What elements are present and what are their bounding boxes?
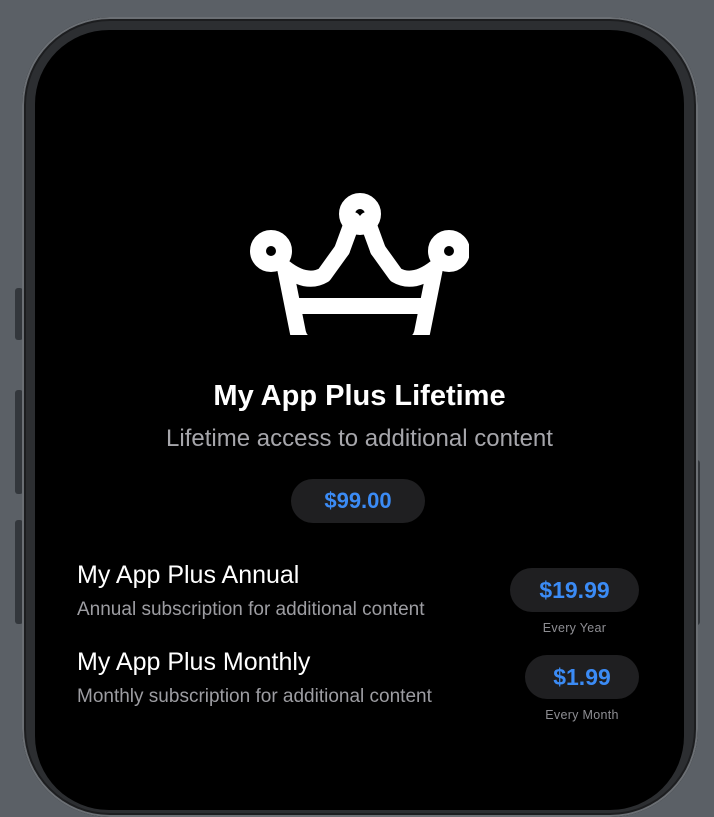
annual-price-button[interactable]: $19.99 <box>510 568 639 612</box>
lifetime-price-button[interactable]: $99.00 <box>291 479 425 523</box>
lifetime-subtitle: Lifetime access to additional content <box>166 425 553 452</box>
monthly-title: My App Plus Monthly <box>77 648 311 676</box>
monthly-period: Every Month <box>545 708 619 722</box>
monthly-description: Monthly subscription for additional cont… <box>77 686 432 707</box>
annual-title: My App Plus Annual <box>77 561 300 589</box>
annual-description: Annual subscription for additional conte… <box>77 599 425 620</box>
app-screen: My App Plus Lifetime Lifetime access to … <box>35 30 684 810</box>
crown-icon <box>250 193 469 335</box>
monthly-price-button[interactable]: $1.99 <box>525 655 639 699</box>
store-view: My App Plus Lifetime Lifetime access to … <box>35 30 684 810</box>
lifetime-title: My App Plus Lifetime <box>213 380 506 412</box>
annual-period: Every Year <box>542 621 607 635</box>
